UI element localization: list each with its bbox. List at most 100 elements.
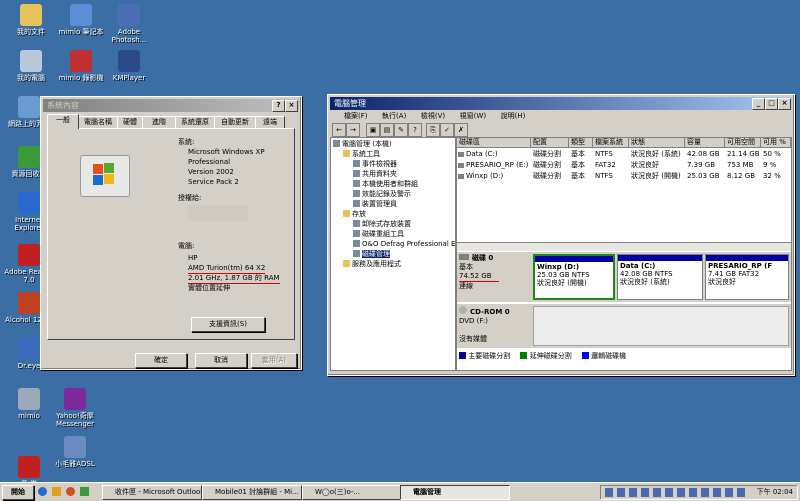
computer-icon xyxy=(20,50,42,72)
tree-item[interactable]: 裝置管理員 xyxy=(353,200,397,209)
column-header[interactable]: 容量 xyxy=(685,138,725,148)
support-info-button[interactable]: 支援資訊(S) xyxy=(191,317,265,332)
properties-icon[interactable]: ✎ xyxy=(394,123,408,137)
tree-item[interactable]: 磁碟管理 xyxy=(353,250,390,259)
partition-size: 25.03 GB NTFS xyxy=(537,271,590,279)
tree-item[interactable]: O&O Defrag Professional Edi xyxy=(353,240,455,249)
list-scrollbar[interactable] xyxy=(457,242,791,251)
help-icon[interactable]: ? xyxy=(408,123,422,137)
close-button[interactable]: × xyxy=(778,98,791,110)
taskbar-item-chat[interactable]: W◯o(三)o-... xyxy=(302,485,402,500)
compmgmt-titlebar[interactable]: 電腦管理 _ □ × xyxy=(330,97,792,110)
forward-icon[interactable]: → xyxy=(346,123,360,137)
console-tree[interactable]: 電腦管理 (本機) 系統工具 事件檢視器 共用資料夾 本機使用者和群組 效能記錄及警示 裝置… xyxy=(330,137,456,371)
back-icon[interactable]: ← xyxy=(332,123,346,137)
tree-item[interactable]: 效能記錄及警示 xyxy=(353,190,411,199)
alcohol-icon xyxy=(18,292,40,314)
legend-primary-swatch xyxy=(459,352,466,359)
ok-button[interactable]: 確定 xyxy=(135,353,187,368)
partition-presario[interactable]: PRESARIO_RP (F 7.41 GB FAT32 狀況良好 xyxy=(705,254,789,300)
ie-quick-icon[interactable] xyxy=(38,487,47,496)
tree-item[interactable]: 卸除式存放裝置 xyxy=(353,220,411,229)
start-button[interactable]: 開始 xyxy=(2,485,34,500)
table-row[interactable]: Data (C:) 磁碟分割 基本 NTFS 狀況良好 (系統) 42.08 GB 21.1… xyxy=(457,150,791,160)
tab-auto-update[interactable]: 自動更新 xyxy=(214,116,256,128)
desktop-icon[interactable]: Adobe Photosh... xyxy=(104,4,154,44)
tree-item[interactable]: 共用資料夾 xyxy=(353,170,397,179)
close-button[interactable]: × xyxy=(285,100,298,112)
desktop-icon[interactable]: KMPlayer xyxy=(104,50,154,82)
help-button[interactable]: ? xyxy=(272,100,285,112)
firefox-quick-icon[interactable] xyxy=(66,487,75,496)
taskbar-item-outlook[interactable]: 收件匣 - Microsoft Outlook xyxy=(102,485,202,500)
table-cell: 21.14 GB xyxy=(727,150,760,158)
minimize-button[interactable]: _ xyxy=(752,98,765,110)
desktop-icon[interactable]: mimio xyxy=(4,388,54,420)
disk0-row[interactable]: 磁碟 0 基本 74.52 GB 連線 Winxp (D:) 25.03 GB … xyxy=(457,252,791,302)
desktop-icon[interactable]: Yahoo!奇摩 Messenger xyxy=(50,388,100,428)
column-header[interactable]: 狀態 xyxy=(629,138,685,148)
tree-item[interactable]: 電腦管理 (本機) xyxy=(333,140,392,149)
partition-name: PRESARIO_RP (F xyxy=(708,262,773,270)
partition-data[interactable]: Data (C:) 42.08 GB NTFS 狀況良好 (系統) xyxy=(617,254,703,300)
tab-hardware[interactable]: 硬體 xyxy=(117,116,143,128)
tree-item[interactable]: 系統工具 xyxy=(343,150,380,159)
cancel-button[interactable]: 取消 xyxy=(195,353,247,368)
mimio-icon xyxy=(18,388,40,410)
taskbar-item-compmgmt[interactable]: 電腦管理 xyxy=(400,485,510,500)
recycle-bin-icon xyxy=(18,146,40,168)
table-cell: 9 % xyxy=(763,161,777,169)
desktop-icon[interactable]: 我的文件 xyxy=(6,4,56,36)
check-icon[interactable]: ✓ xyxy=(440,123,454,137)
column-header[interactable]: 類型 xyxy=(569,138,593,148)
tab-remote[interactable]: 遠端 xyxy=(255,116,285,128)
export-icon[interactable]: ⎘ xyxy=(426,123,440,137)
disk0-info: 磁碟 0 基本 74.52 GB 連線 xyxy=(459,254,529,300)
desktop-icon-label: mimio xyxy=(18,412,40,420)
legend-logical-swatch xyxy=(581,352,589,359)
media-quick-icon[interactable] xyxy=(80,487,89,496)
computer-icon xyxy=(333,140,340,147)
table-row[interactable]: PRESARIO_RP (E:) 磁碟分割 基本 FAT32 狀況良好 7.39 GB 75… xyxy=(457,161,791,171)
tool-icon xyxy=(353,240,360,247)
up-folder-icon[interactable]: ▣ xyxy=(366,123,380,137)
tab-advanced[interactable]: 進階 xyxy=(142,116,176,128)
menu-file[interactable]: 檔案(F) xyxy=(344,111,368,121)
apply-button[interactable]: 套用(A) xyxy=(251,353,297,368)
volume-icon xyxy=(458,163,464,168)
menu-action[interactable]: 執行(A) xyxy=(382,111,406,121)
column-header[interactable]: 可用空間 xyxy=(725,138,761,148)
tab-general[interactable]: 一般 xyxy=(47,114,79,129)
desktop-icon[interactable]: mimio 筆記本 xyxy=(56,4,106,36)
partition-winxp[interactable]: Winxp (D:) 25.03 GB NTFS 狀況良好 (開機) xyxy=(533,254,615,300)
cdrom0-row[interactable]: CD-ROM 0 DVD (F:) 沒有媒體 xyxy=(457,304,791,348)
tree-item[interactable]: 事件檢視器 xyxy=(353,160,397,169)
menu-window[interactable]: 視窗(W) xyxy=(460,111,486,121)
column-header[interactable]: 磁碟區 xyxy=(457,138,531,148)
menu-view[interactable]: 檢視(V) xyxy=(421,111,445,121)
menu-help[interactable]: 說明(H) xyxy=(501,111,526,121)
table-cell: 磁碟分割 xyxy=(533,172,561,180)
maximize-button[interactable]: □ xyxy=(765,98,778,110)
desktop-icon[interactable]: 我的電腦 xyxy=(6,50,56,82)
column-header[interactable]: 配置 xyxy=(531,138,569,148)
column-header[interactable]: 可用 % xyxy=(761,138,791,148)
sysprop-titlebar[interactable]: 系統內容 ? × xyxy=(43,99,299,112)
show-tree-icon[interactable]: ▤ xyxy=(380,123,394,137)
desktop-icon[interactable]: 小毛雅ADSL xyxy=(50,436,100,468)
taskbar-item-mobile01[interactable]: Mobile01 討論群組 - Mi... xyxy=(202,485,302,500)
column-header[interactable]: 檔案系統 xyxy=(593,138,629,148)
tab-system-restore[interactable]: 系統還原 xyxy=(175,116,215,128)
desktop-icon[interactable]: mimio 錄影機 xyxy=(56,50,106,82)
tree-item[interactable]: 本機使用者和群組 xyxy=(353,180,418,189)
tab-computer-name[interactable]: 電腦名稱 xyxy=(78,116,118,128)
tree-item[interactable]: 存放 xyxy=(343,210,366,219)
table-row[interactable]: Winxp (D:) 磁碟分割 基本 NTFS 狀況良好 (開機) 25.03 GB 8.1… xyxy=(457,172,791,182)
clock[interactable]: 下午 02:04 xyxy=(757,486,793,499)
cdrom0-status: 沒有媒體 xyxy=(459,335,487,343)
tray-icons[interactable] xyxy=(605,488,745,497)
outlook-quick-icon[interactable] xyxy=(52,487,61,496)
tree-item[interactable]: 服務及應用程式 xyxy=(343,260,401,269)
tree-item[interactable]: 磁碟重組工具 xyxy=(353,230,404,239)
delete-icon[interactable]: ✗ xyxy=(454,123,468,137)
